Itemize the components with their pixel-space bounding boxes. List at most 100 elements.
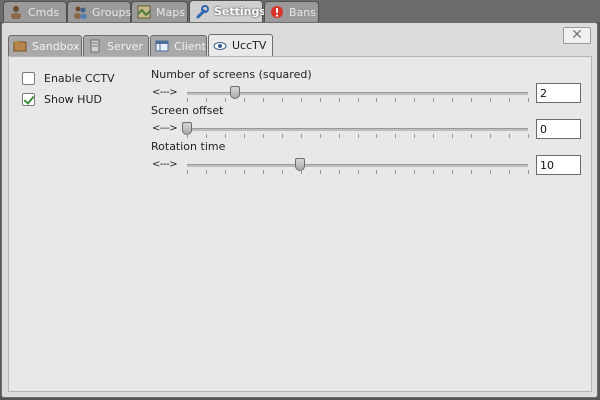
tab-maps[interactable]: Maps (131, 1, 188, 22)
slider-tick (282, 170, 283, 174)
slider-tick (301, 134, 302, 138)
slider-tick (395, 98, 396, 102)
slider-tick (376, 170, 377, 174)
slider-tick (528, 98, 529, 102)
screens-label: Number of screens (squared) (151, 68, 312, 81)
slider-tick (282, 134, 283, 138)
slider-tick (339, 134, 340, 138)
tab-cmds-label: Cmds (28, 5, 60, 19)
slider-tick (320, 170, 321, 174)
eye-icon (213, 39, 227, 53)
screens-value-input[interactable] (536, 83, 581, 103)
tab-server-label: Server (107, 39, 144, 53)
window-icon (155, 39, 169, 53)
slider-tick (433, 98, 434, 102)
tab-settings-label: Settings (214, 5, 266, 18)
tab-server[interactable]: Server (83, 35, 149, 56)
slider-tick (358, 98, 359, 102)
slider-tick (376, 98, 377, 102)
wrench-icon (195, 4, 209, 19)
show-hud-checkbox[interactable] (22, 93, 35, 106)
slider-tick (395, 134, 396, 138)
slider-tick (414, 134, 415, 138)
tab-cmds[interactable]: Cmds (3, 1, 67, 22)
show-hud-label: Show HUD (44, 93, 102, 106)
tab-bans-label: Bans (289, 5, 316, 19)
slider-tick (301, 98, 302, 102)
slider-tick (339, 170, 340, 174)
tab-client[interactable]: Client (150, 35, 207, 56)
enable-cctv-checkbox[interactable] (22, 72, 35, 85)
tab-ucctv[interactable]: UccTV (208, 34, 273, 56)
slider-tick (320, 98, 321, 102)
rotation-slider-thumb[interactable] (295, 158, 305, 171)
slider-tick (301, 170, 302, 174)
slider-tick (452, 98, 453, 102)
slider-tick (244, 134, 245, 138)
slider-tick (490, 98, 491, 102)
tab-bans[interactable]: Bans (264, 1, 319, 22)
tab-groups-label: Groups (92, 5, 132, 19)
tab-groups[interactable]: Groups (67, 1, 131, 22)
slider-tick (187, 170, 188, 174)
slider-tick (376, 134, 377, 138)
slider-tick (452, 170, 453, 174)
slider-tick (433, 134, 434, 138)
enable-cctv-label: Enable CCTV (44, 72, 115, 85)
tab-ucctv-label: UccTV (232, 39, 267, 52)
slider-tick (414, 170, 415, 174)
show-hud-row[interactable]: Show HUD (22, 93, 102, 106)
enable-cctv-row[interactable]: Enable CCTV (22, 72, 115, 85)
slider-tick (339, 98, 340, 102)
tab-maps-label: Maps (156, 5, 185, 19)
slider-tick (433, 170, 434, 174)
slider-tick (358, 170, 359, 174)
slider-tick (490, 170, 491, 174)
tab-sandbox[interactable]: Sandbox (8, 35, 82, 56)
main-tab-bar: Cmds Groups Maps Settings Bans (0, 0, 600, 22)
slider-tick (263, 134, 264, 138)
slider-tick (528, 170, 529, 174)
slider-tick (244, 170, 245, 174)
offset-arrow-label: <---> (152, 123, 178, 134)
screens-arrow-label: <---> (152, 87, 178, 98)
offset-value-input[interactable] (536, 119, 581, 139)
screen-offset-label: Screen offset (151, 104, 224, 117)
slider-tick (509, 134, 510, 138)
tab-settings[interactable]: Settings (189, 0, 266, 22)
rotation-time-label: Rotation time (151, 140, 226, 153)
ban-icon (270, 5, 284, 19)
ucctv-panel (8, 56, 592, 392)
slider-tick (414, 98, 415, 102)
slider-tick (187, 134, 188, 138)
slider-tick (206, 134, 207, 138)
rotation-slider-track[interactable] (187, 164, 528, 167)
slider-tick (225, 134, 226, 138)
slider-tick (225, 98, 226, 102)
slider-tick (509, 170, 510, 174)
slider-tick (282, 98, 283, 102)
rotation-arrow-label: <---> (152, 159, 178, 170)
tab-sandbox-label: Sandbox (32, 39, 80, 53)
slider-tick (225, 170, 226, 174)
slider-tick (509, 98, 510, 102)
slider-tick (471, 98, 472, 102)
server-icon (88, 39, 102, 53)
slider-tick (263, 170, 264, 174)
slider-tick (395, 170, 396, 174)
close-button[interactable]: ✕ (563, 27, 591, 44)
slider-tick (206, 170, 207, 174)
slider-tick (471, 170, 472, 174)
slider-tick (187, 98, 188, 102)
offset-slider-track[interactable] (187, 128, 528, 131)
folder-icon (13, 39, 27, 53)
slider-tick (452, 134, 453, 138)
slider-tick (490, 134, 491, 138)
rotation-value-input[interactable] (536, 155, 581, 175)
slider-tick (471, 134, 472, 138)
slider-tick (244, 98, 245, 102)
slider-tick (358, 134, 359, 138)
slider-tick (263, 98, 264, 102)
slider-tick (206, 98, 207, 102)
screens-slider-thumb[interactable] (230, 86, 240, 99)
